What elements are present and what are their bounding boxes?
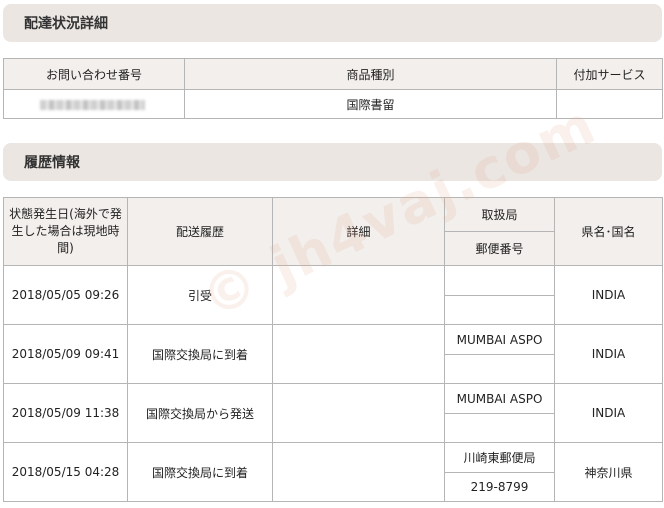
row-postal <box>444 295 555 325</box>
row-region: INDIA <box>554 265 663 325</box>
row-region: 神奈川県 <box>554 442 663 502</box>
history-row: 2018/05/05 09:26 引受 INDIA <box>3 265 663 325</box>
row-office: 川崎東郵便局 <box>444 442 555 473</box>
row-office: MUMBAI ASPO <box>444 324 555 355</box>
header-product-type: 商品種別 <box>184 58 557 90</box>
header-history: 配送履歴 <box>127 197 273 266</box>
additional-service-cell <box>556 89 663 119</box>
history-row: 2018/05/09 09:41 国際交換局に到着 MUMBAI ASPO IN… <box>3 324 663 384</box>
row-history: 国際交換局に到着 <box>127 324 273 384</box>
summary-table: お問い合わせ番号 商品種別 付加サービス 国際書留 <box>3 58 663 119</box>
row-detail <box>272 265 445 325</box>
history-table: 状態発生日(海外で発生した場合は現地時間) 配送履歴 詳細 取扱局 県名･国名 … <box>3 197 663 502</box>
row-date: 2018/05/09 09:41 <box>3 324 128 384</box>
delivery-status-detail-header: 配達状況詳細 <box>3 4 662 42</box>
summary-row: 国際書留 <box>3 89 663 119</box>
row-history: 国際交換局から発送 <box>127 383 273 443</box>
summary-header-row: お問い合わせ番号 商品種別 付加サービス <box>3 58 663 90</box>
header-additional-service: 付加サービス <box>556 58 663 90</box>
row-office: MUMBAI ASPO <box>444 383 555 414</box>
section-title: 配達状況詳細 <box>24 16 108 32</box>
row-history: 国際交換局に到着 <box>127 442 273 502</box>
section-title: 履歴情報 <box>24 155 80 171</box>
header-date: 状態発生日(海外で発生した場合は現地時間) <box>3 197 128 266</box>
row-region: INDIA <box>554 383 663 443</box>
inquiry-number-cell <box>3 89 185 119</box>
header-office: 取扱局 <box>444 197 555 232</box>
row-office <box>444 265 555 296</box>
header-region: 県名･国名 <box>554 197 663 266</box>
history-row: 2018/05/15 04:28 国際交換局に到着 川崎東郵便局 神奈川県 <box>3 442 663 502</box>
row-detail <box>272 324 445 384</box>
header-inquiry-number: お問い合わせ番号 <box>3 58 185 90</box>
row-postal: 219-8799 <box>444 472 555 502</box>
row-region: INDIA <box>554 324 663 384</box>
history-row: 2018/05/09 11:38 国際交換局から発送 MUMBAI ASPO I… <box>3 383 663 443</box>
history-header-row: 状態発生日(海外で発生した場合は現地時間) 配送履歴 詳細 取扱局 県名･国名 <box>3 197 663 266</box>
row-postal <box>444 413 555 443</box>
header-detail: 詳細 <box>272 197 445 266</box>
redacted-inquiry-number <box>40 99 145 110</box>
row-date: 2018/05/09 11:38 <box>3 383 128 443</box>
row-detail <box>272 383 445 443</box>
history-info-header: 履歴情報 <box>3 143 662 181</box>
row-date: 2018/05/05 09:26 <box>3 265 128 325</box>
header-postal: 郵便番号 <box>444 231 555 266</box>
row-detail <box>272 442 445 502</box>
row-history: 引受 <box>127 265 273 325</box>
row-postal <box>444 354 555 384</box>
row-date: 2018/05/15 04:28 <box>3 442 128 502</box>
product-type-cell: 国際書留 <box>184 89 557 119</box>
